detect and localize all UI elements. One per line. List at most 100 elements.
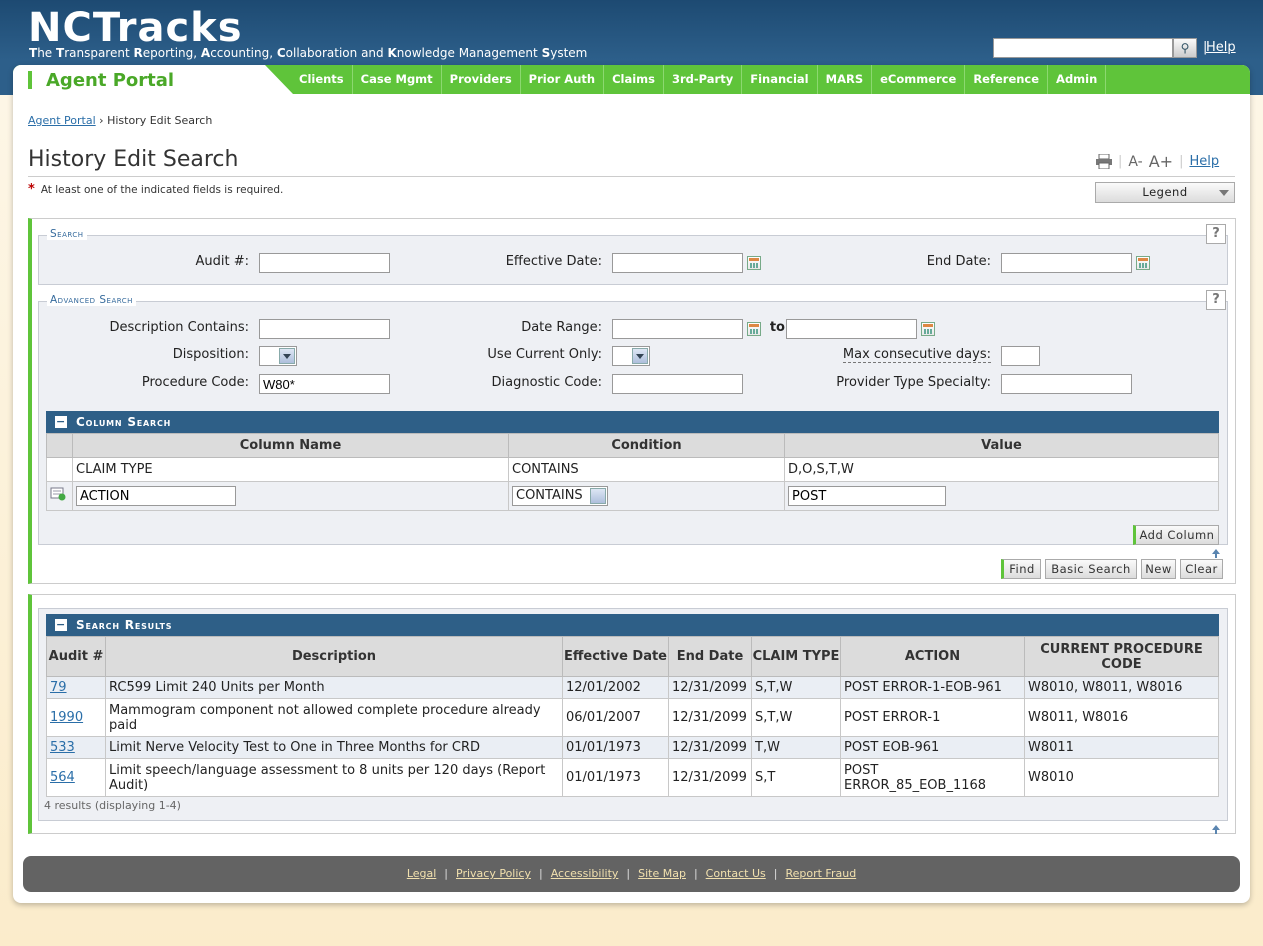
calendar-icon[interactable] (921, 322, 935, 336)
results-panel: − Search Results Audit # Description Effe… (28, 594, 1236, 834)
search-help-icon[interactable]: ? (1206, 224, 1226, 244)
footer-link-legal[interactable]: Legal (407, 867, 436, 880)
col-header-effective-date[interactable]: Effective Date (562, 636, 669, 677)
nav-item-reference[interactable]: Reference (965, 65, 1049, 94)
search-icon[interactable]: ⚲ (1173, 38, 1197, 58)
max-days-label: Max consecutive days: (842, 347, 991, 363)
end-date-label: End Date: (926, 254, 991, 269)
search-panel: Search ? Audit #: Effective Date: End Da… (28, 218, 1236, 584)
nav-item-3rd-party[interactable]: 3rd-Party (664, 65, 743, 94)
header-help-link[interactable]: Help (1206, 40, 1236, 55)
audit-number-input[interactable] (259, 253, 390, 273)
use-current-select[interactable] (612, 346, 650, 366)
col-header-procedure-code[interactable]: CURRENT PROCEDURE CODE (1024, 636, 1219, 677)
basic-search-button[interactable]: Basic Search (1045, 559, 1137, 579)
col-header-claim-type[interactable]: CLAIM TYPE (751, 636, 841, 677)
clear-button[interactable]: Clear (1180, 559, 1223, 579)
new-button[interactable]: New (1141, 559, 1176, 579)
site-tagline: The Transparent Reporting, Accounting, C… (29, 46, 587, 60)
footer-link-report-fraud[interactable]: Report Fraud (785, 867, 856, 880)
effective-date-cell: 01/01/1973 (562, 758, 669, 797)
date-range-to-input[interactable] (786, 319, 917, 339)
nav-item-mars[interactable]: MARS (818, 65, 873, 94)
scroll-top-icon[interactable] (1212, 549, 1220, 558)
column-search-header[interactable]: − Column Search (46, 411, 1219, 433)
calendar-icon[interactable] (1136, 256, 1150, 270)
tagline-initial: S (541, 46, 551, 60)
nav-item-prior-auth[interactable]: Prior Auth (521, 65, 605, 94)
date-range-from-input[interactable] (612, 319, 743, 339)
nav-item-financial[interactable]: Financial (742, 65, 818, 94)
audit-link[interactable]: 533 (50, 740, 75, 755)
tagline-initial: A (200, 46, 211, 60)
tagline-initial: T (29, 46, 38, 60)
diagnostic-code-input[interactable] (612, 374, 743, 394)
tagline-initial: T (56, 46, 65, 60)
search-fieldset: Search ? Audit #: Effective Date: End Da… (38, 224, 1228, 285)
chevron-down-icon (590, 488, 606, 504)
claim-type-cell: T,W (751, 736, 841, 759)
end-date-input[interactable] (1001, 253, 1132, 273)
date-range-label: Date Range: (521, 320, 602, 335)
add-column-button[interactable]: Add Column (1133, 525, 1219, 545)
breadcrumb-link-agent-portal[interactable]: Agent Portal (28, 114, 96, 127)
print-icon[interactable] (1096, 154, 1112, 169)
provider-type-input[interactable] (1001, 374, 1132, 394)
col-header-action[interactable]: ACTION (840, 636, 1025, 677)
calendar-icon[interactable] (747, 256, 761, 270)
portal-title[interactable]: Agent Portal (46, 70, 174, 91)
collapse-icon[interactable]: − (55, 619, 67, 631)
column-name-input[interactable] (76, 486, 236, 506)
footer-divider: | (773, 867, 778, 880)
footer-link-site-map[interactable]: Site Map (638, 867, 686, 880)
condition-select[interactable]: CONTAINS (512, 486, 608, 506)
audit-link[interactable]: 79 (50, 680, 67, 695)
effective-date-input[interactable] (612, 253, 743, 273)
col-header-audit[interactable]: Audit # (46, 636, 106, 677)
page-help-link[interactable]: Help (1189, 154, 1219, 169)
results-title: Search Results (76, 618, 173, 632)
results-body: 79 RC599 Limit 240 Units per Month 12/01/2… (46, 676, 1219, 797)
add-row-icon[interactable] (50, 487, 66, 501)
nav-item-clients[interactable]: Clients (291, 65, 353, 94)
footer-link-accessibility[interactable]: Accessibility (551, 867, 619, 880)
value-input[interactable] (788, 486, 946, 506)
audit-link[interactable]: 1990 (50, 710, 83, 725)
scroll-top-icon[interactable] (1212, 825, 1220, 834)
calendar-icon[interactable] (747, 322, 761, 336)
results-summary: 4 results (displaying 1-4) (44, 799, 181, 812)
procedure-code-input[interactable] (259, 374, 390, 394)
effective-date-cell: 06/01/2007 (562, 698, 669, 737)
max-days-input[interactable] (1001, 346, 1040, 366)
legend-dropdown[interactable]: Legend (1095, 182, 1235, 203)
advanced-help-icon[interactable]: ? (1206, 290, 1226, 310)
col-header-description[interactable]: Description (105, 636, 563, 677)
nav-item-claims[interactable]: Claims (604, 65, 664, 94)
procedure-code-cell: W8010, W8011, W8016 (1024, 676, 1219, 699)
site-logo[interactable]: NCTracks (28, 6, 243, 50)
find-button[interactable]: Find (1001, 559, 1041, 579)
use-current-label: Use Current Only: (487, 347, 602, 362)
description-input[interactable] (259, 319, 390, 339)
description-cell: Limit speech/language assessment to 8 un… (105, 758, 563, 797)
nav-item-ecommerce[interactable]: eCommerce (872, 65, 966, 94)
col-header-end-date[interactable]: End Date (668, 636, 752, 677)
font-decrease-icon[interactable]: A- (1128, 154, 1142, 170)
action-cell: POST ERROR-1 (840, 698, 1025, 737)
collapse-icon[interactable]: − (55, 416, 67, 428)
table-row-edit: CONTAINS (46, 481, 1219, 511)
footer-link-contact-us[interactable]: Contact Us (706, 867, 766, 880)
footer-link-privacy-policy[interactable]: Privacy Policy (456, 867, 531, 880)
tagline-text: ransparent (64, 46, 134, 60)
end-date-cell: 12/31/2099 (668, 676, 752, 699)
effective-date-label: Effective Date: (505, 254, 602, 269)
nav-item-admin[interactable]: Admin (1048, 65, 1107, 94)
nav-item-case-mgmt[interactable]: Case Mgmt (353, 65, 442, 94)
global-search-input[interactable] (993, 38, 1173, 58)
results-header[interactable]: − Search Results (46, 614, 1219, 636)
nav-item-providers[interactable]: Providers (442, 65, 521, 94)
disposition-select[interactable] (259, 346, 297, 366)
tagline-initial: C (276, 46, 286, 60)
font-increase-icon[interactable]: A+ (1149, 152, 1173, 171)
audit-link[interactable]: 564 (50, 770, 75, 785)
